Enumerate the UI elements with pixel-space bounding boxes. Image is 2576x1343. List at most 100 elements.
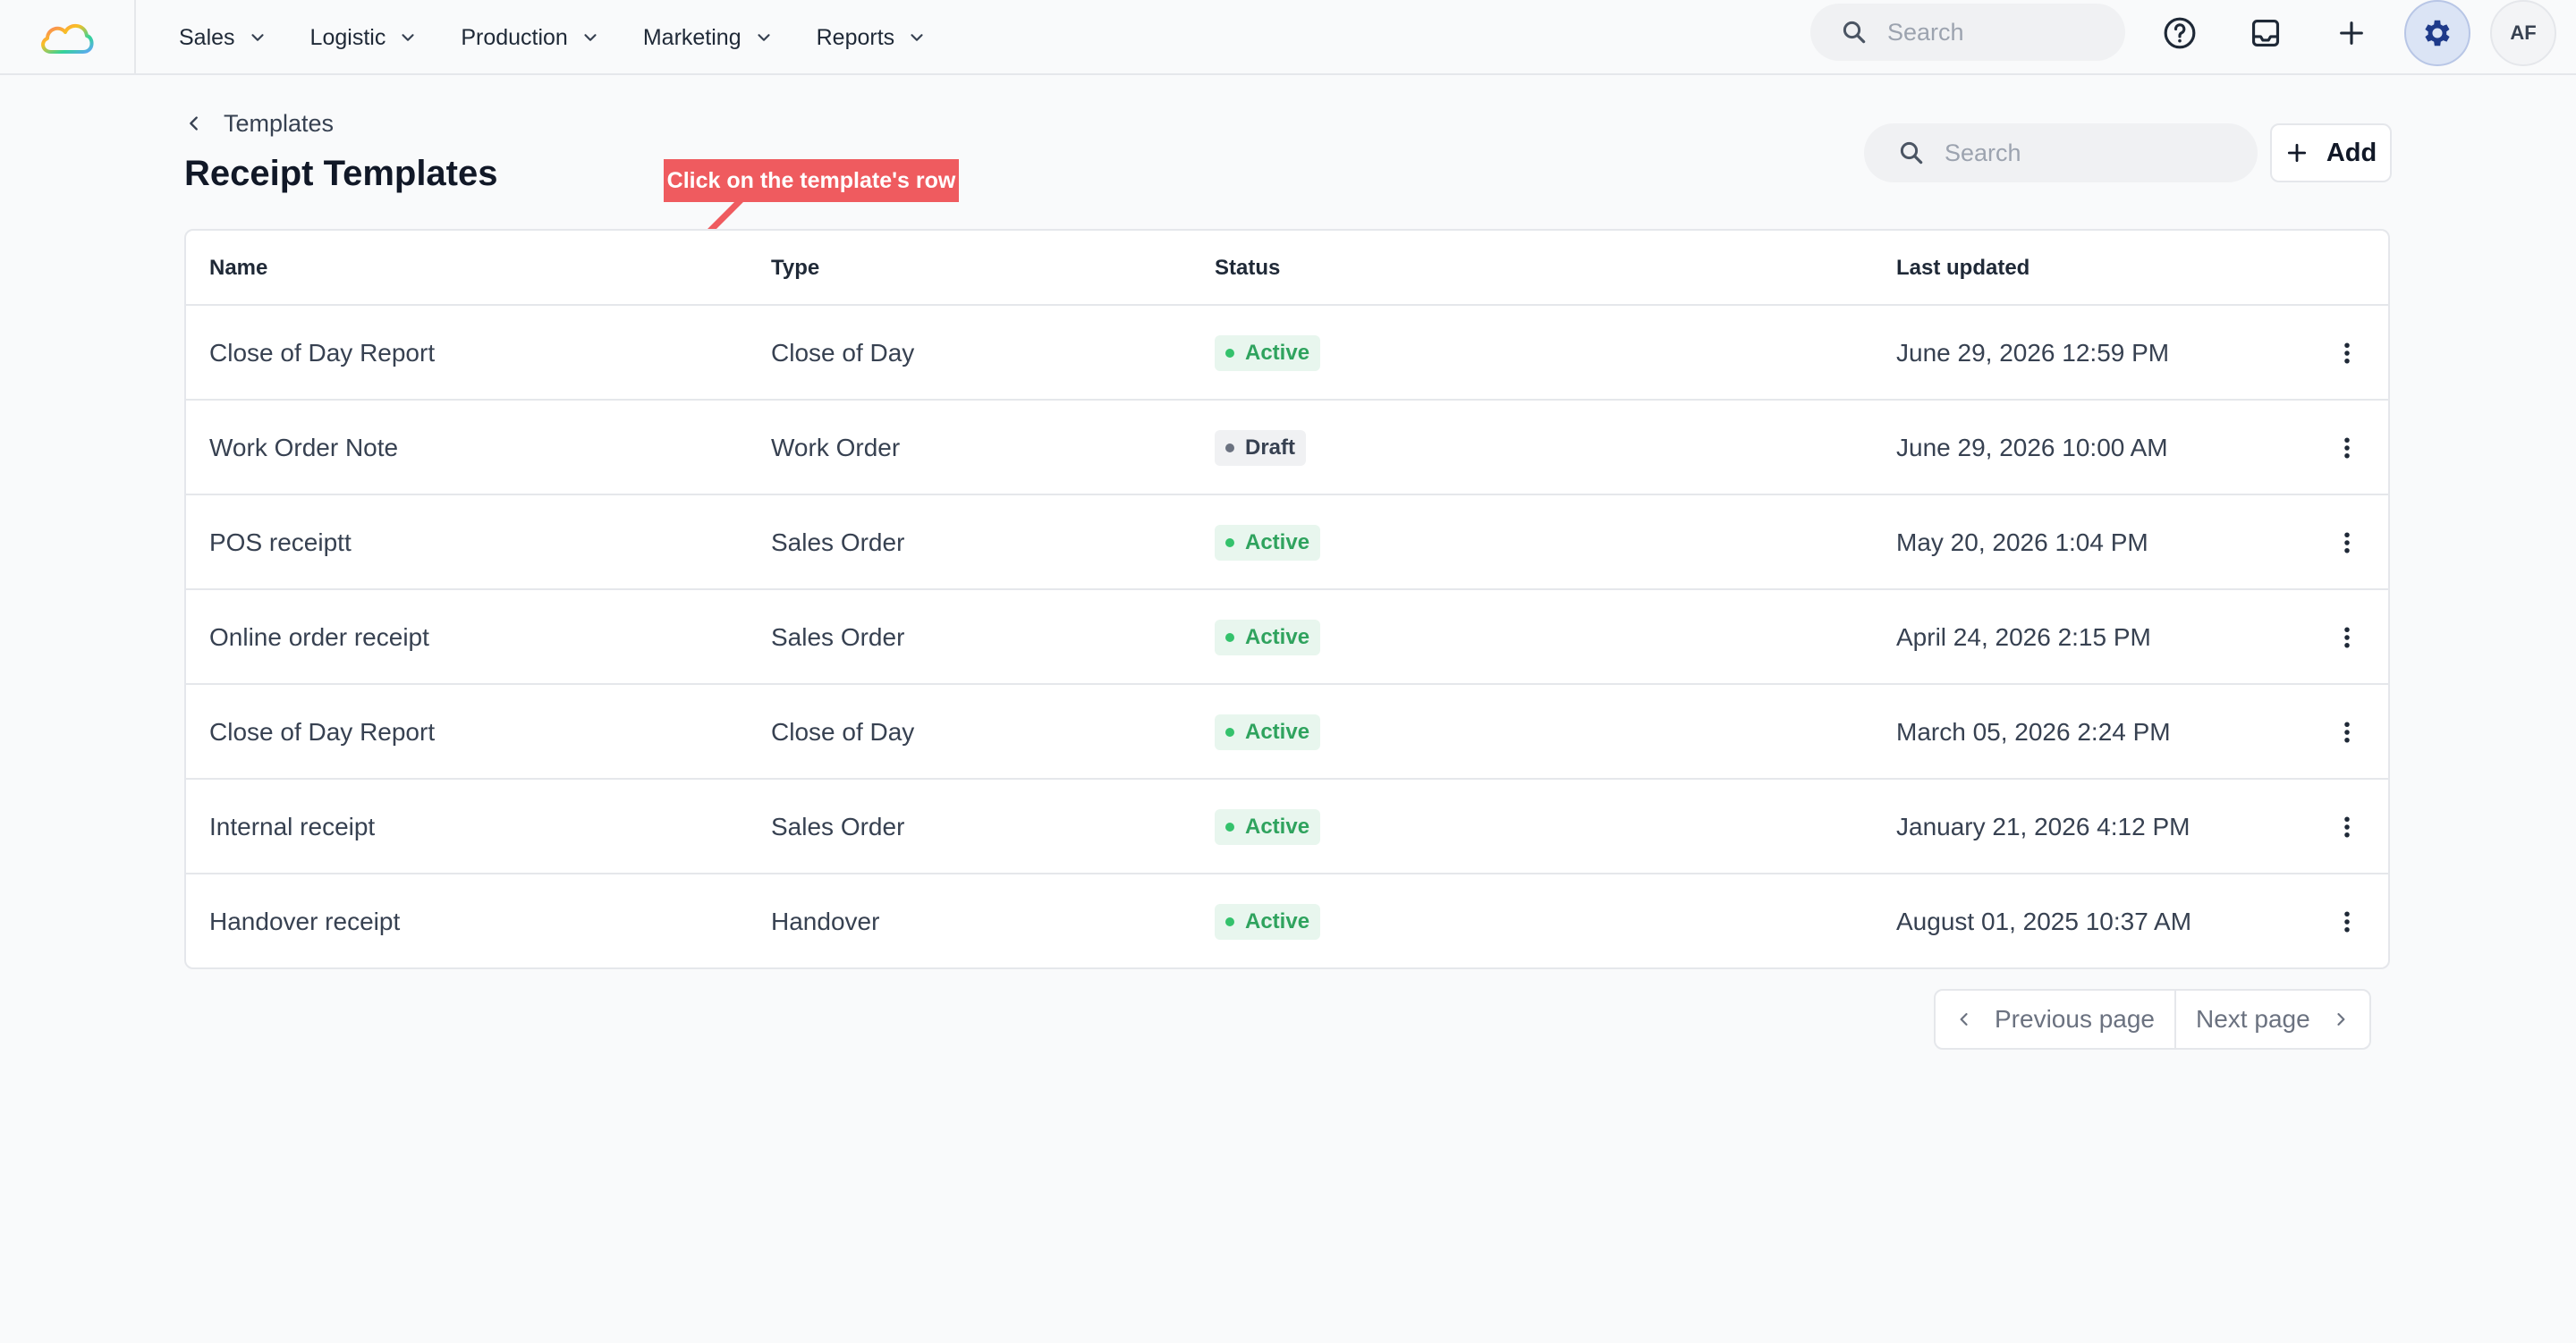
row-actions-button[interactable] — [2329, 401, 2365, 495]
template-status: Active — [1215, 495, 1321, 590]
status-badge: Active — [1215, 904, 1321, 940]
global-search-input[interactable] — [1887, 18, 2102, 46]
inbox-icon — [2251, 19, 2280, 47]
next-page-button[interactable]: Next page — [2174, 991, 2369, 1048]
status-dot — [1225, 633, 1234, 642]
template-name: Close of Day Report — [209, 339, 436, 367]
table-row[interactable]: Internal receipt Sales Order Active Janu… — [186, 780, 2388, 874]
add-template-button[interactable]: Add — [2270, 123, 2392, 182]
row-actions-button[interactable] — [2329, 874, 2365, 967]
tutorial-callout: Click on the template's row — [664, 159, 959, 202]
nav-item-sales[interactable]: Sales — [179, 25, 267, 51]
template-last-updated: March 05, 2026 2:24 PM — [1896, 718, 2171, 746]
template-last-updated: April 24, 2026 2:15 PM — [1896, 623, 2151, 651]
column-header-type[interactable]: Type — [771, 231, 819, 306]
nav-item-logistic[interactable]: Logistic — [310, 25, 419, 51]
plus-icon — [2340, 21, 2363, 45]
breadcrumb-back-link[interactable]: Templates — [184, 107, 334, 139]
nav-label: Logistic — [309, 24, 386, 50]
template-type: Handover — [771, 908, 880, 935]
table-row[interactable]: Close of Day Report Close of Day Active … — [186, 306, 2388, 401]
chevron-left-icon — [1960, 1013, 1968, 1026]
main-nav: Sales Logistic Production Marketing Repo… — [179, 0, 970, 75]
column-header-name[interactable]: Name — [209, 231, 267, 306]
kebab-menu-icon — [2344, 532, 2350, 553]
column-header-last-updated[interactable]: Last updated — [1896, 231, 2029, 306]
template-name: Online order receipt — [209, 623, 429, 651]
template-last-updated: May 20, 2026 1:04 PM — [1896, 528, 2148, 556]
status-badge: Draft — [1215, 430, 1307, 466]
chevron-left-icon — [190, 116, 198, 131]
row-actions-button[interactable] — [2329, 590, 2365, 685]
status-badge: Active — [1215, 809, 1321, 845]
template-type: Close of Day — [771, 718, 915, 746]
status-label: Active — [1245, 341, 1310, 365]
row-actions-button[interactable] — [2329, 780, 2365, 874]
template-last-updated: June 29, 2026 10:00 AM — [1896, 434, 2168, 461]
kebab-menu-icon — [2344, 627, 2350, 648]
status-label: Active — [1245, 625, 1310, 649]
kebab-menu-icon — [2344, 342, 2350, 364]
settings-button[interactable] — [2404, 0, 2470, 66]
callout-text: Click on the template's row — [666, 167, 956, 193]
user-avatar[interactable]: AF — [2490, 0, 2556, 66]
chevron-right-icon — [2337, 1013, 2345, 1026]
status-label: Active — [1245, 815, 1310, 839]
nav-item-marketing[interactable]: Marketing — [643, 25, 774, 51]
search-icon — [1843, 21, 1866, 44]
table-row[interactable]: Work Order Note Work Order Draft June 29… — [186, 401, 2388, 495]
help-button[interactable] — [2156, 9, 2204, 57]
nav-item-production[interactable]: Production — [461, 25, 600, 51]
template-name: Internal receipt — [209, 813, 376, 840]
kebab-menu-icon — [2344, 722, 2350, 743]
table-row[interactable]: Close of Day Report Close of Day Active … — [186, 685, 2388, 780]
create-button[interactable] — [2327, 9, 2376, 57]
template-last-updated: January 21, 2026 4:12 PM — [1896, 813, 2190, 840]
next-page-label: Next page — [2196, 1005, 2310, 1033]
row-actions-button[interactable] — [2329, 685, 2365, 780]
search-icon — [1900, 141, 1923, 165]
template-name: Work Order Note — [209, 434, 399, 461]
status-label: Active — [1245, 720, 1310, 744]
template-type: Sales Order — [771, 813, 905, 840]
template-search-input[interactable] — [1945, 139, 2159, 167]
previous-page-button[interactable]: Previous page — [1936, 991, 2174, 1048]
template-status: Active — [1215, 685, 1321, 780]
status-dot — [1225, 538, 1234, 547]
template-type: Sales Order — [771, 528, 905, 556]
template-search — [1864, 123, 2258, 182]
global-search — [1810, 4, 2125, 61]
nav-label: Reports — [816, 24, 895, 50]
avatar-initials: AF — [2510, 21, 2537, 44]
table-row[interactable]: POS receiptt Sales Order Active May 20, … — [186, 495, 2388, 590]
previous-page-label: Previous page — [1995, 1005, 2156, 1033]
nav-item-reports[interactable]: Reports — [817, 25, 928, 51]
page-title: Receipt Templates — [184, 154, 498, 193]
status-dot — [1225, 917, 1234, 926]
template-status: Active — [1215, 590, 1321, 685]
breadcrumb-label: Templates — [224, 109, 335, 137]
table-row[interactable]: Online order receipt Sales Order Active … — [186, 590, 2388, 685]
row-actions-button[interactable] — [2329, 495, 2365, 590]
template-name: Handover receipt — [209, 908, 401, 935]
top-navigation-bar: Sales Logistic Production Marketing Repo… — [0, 0, 2576, 75]
status-dot — [1225, 349, 1234, 358]
template-last-updated: August 01, 2025 10:37 AM — [1896, 908, 2192, 935]
chevron-down-icon — [584, 34, 597, 41]
chevron-down-icon — [758, 34, 770, 41]
template-type: Sales Order — [771, 623, 905, 651]
table-row[interactable]: Handover receipt Handover Active August … — [186, 874, 2388, 967]
template-status: Active — [1215, 306, 1321, 401]
template-type: Work Order — [771, 434, 901, 461]
chevron-down-icon — [402, 34, 414, 41]
column-header-status[interactable]: Status — [1215, 231, 1280, 306]
template-status: Active — [1215, 780, 1321, 874]
status-badge: Active — [1215, 525, 1321, 561]
app-logo[interactable] — [0, 0, 136, 75]
status-label: Draft — [1245, 435, 1296, 460]
row-actions-button[interactable] — [2329, 306, 2365, 401]
inbox-button[interactable] — [2241, 9, 2290, 57]
template-status: Draft — [1215, 401, 1307, 495]
gear-icon — [2425, 20, 2450, 46]
status-badge: Active — [1215, 335, 1321, 371]
